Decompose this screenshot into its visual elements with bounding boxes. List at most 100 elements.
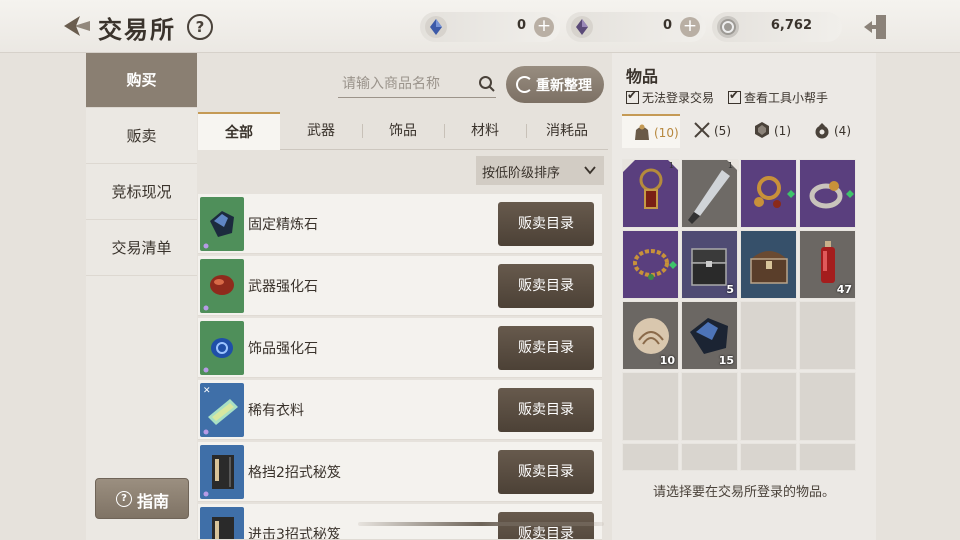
sidebar-item-buy[interactable]: 购买 (86, 53, 197, 108)
exit-icon[interactable] (862, 12, 890, 42)
item-name: 稀有衣料 (248, 403, 304, 419)
accessory-stone-icon (200, 321, 244, 375)
back-arrow-icon[interactable] (60, 12, 92, 40)
sidebar-item-sell[interactable]: 贩卖 (86, 109, 197, 164)
weapon-stone-icon (200, 259, 244, 313)
inventory-tab-equip[interactable]: (5) (682, 114, 740, 148)
inventory-slot-empty[interactable] (799, 372, 856, 441)
checkbox-label: 查看工具小帮手 (744, 91, 829, 105)
amulet-icon (623, 160, 680, 209)
inventory-slot-empty[interactable] (681, 372, 738, 441)
inventory-panel: 物品 无法登录交易 查看工具小帮手 (10) (5) (1) (4) 1 1 (612, 53, 876, 540)
purple-crystal-icon (571, 16, 593, 38)
pouch-icon (815, 123, 829, 139)
item-name: 武器强化石 (248, 279, 318, 295)
sort-dropdown[interactable]: 按低阶级排序 (476, 156, 604, 185)
knot-pendant-icon (754, 176, 795, 208)
tab-all[interactable]: 全部 (198, 112, 280, 150)
page-title: 交易所 (98, 16, 176, 44)
tab-count: (5) (714, 124, 731, 138)
sell-list-button[interactable]: 贩卖目录 (498, 512, 594, 539)
slot-corner: 1 (668, 161, 674, 170)
tab-material[interactable]: 材料 (444, 112, 526, 150)
inventory-slot-empty[interactable] (622, 443, 679, 471)
bag-icon (635, 124, 649, 140)
sell-list-button[interactable]: 贩卖目录 (498, 264, 594, 308)
checkbox-icon (626, 88, 639, 104)
inventory-tab-material[interactable]: (1) (742, 114, 800, 148)
inventory-slot[interactable]: 5 (681, 230, 738, 299)
sell-list-button[interactable]: 贩卖目录 (498, 450, 594, 494)
list-item[interactable]: 武器强化石 贩卖目录 (198, 256, 602, 316)
slot-quantity: 15 (718, 354, 734, 367)
inventory-slot[interactable]: 15 (681, 301, 738, 370)
inventory-slot[interactable]: 47 (799, 230, 856, 299)
sidebar-item-bidding[interactable]: 竞标现况 (86, 165, 197, 220)
inventory-slot-empty[interactable] (681, 443, 738, 471)
inventory-slot[interactable] (740, 230, 797, 299)
currency-silver: 6,762 (712, 12, 842, 42)
inventory-title: 物品 (626, 67, 659, 86)
inventory-slot[interactable] (622, 230, 679, 299)
inventory-slot-empty[interactable] (740, 372, 797, 441)
sidebar-item-history[interactable]: 交易清单 (86, 221, 197, 276)
currency-purple-crystal: 0 + (566, 12, 706, 42)
inventory-slot[interactable]: 1 (622, 159, 680, 228)
checkbox-icon (728, 88, 741, 104)
sidebar: 购买 贩卖 竞标现况 交易清单 (86, 53, 197, 540)
sell-list-button[interactable]: 贩卖目录 (498, 388, 594, 432)
scrollbar[interactable] (358, 522, 604, 526)
inventory-grid: 1 1 5 47 10 15 (622, 159, 858, 471)
currency-value: 0 (662, 18, 672, 33)
inventory-slot-empty[interactable] (740, 301, 797, 370)
add-currency-button[interactable]: + (534, 17, 554, 37)
refresh-button[interactable]: 重新整理 (506, 66, 604, 103)
tab-consumable[interactable]: 消耗品 (526, 112, 608, 150)
tab-accessory[interactable]: 饰品 (362, 112, 444, 150)
list-item[interactable]: ✕ 稀有衣料 贩卖目录 (198, 380, 602, 440)
sell-list-button[interactable]: 贩卖目录 (498, 202, 594, 246)
market-panel: 重新整理 全部 武器 饰品 材料 消耗品 按低阶级排序 固定精炼石 贩卖目录 武… (198, 53, 608, 540)
tab-count: (10) (654, 126, 679, 140)
inventory-slot[interactable]: 1 (681, 159, 739, 228)
list-item[interactable]: 格挡2招式秘笈 贩卖目录 (198, 442, 602, 502)
inventory-slot[interactable] (799, 159, 856, 228)
sort-label: 按低阶级排序 (482, 166, 561, 181)
guide-button[interactable]: ? 指南 (95, 478, 189, 519)
bracelet-icon (633, 249, 677, 280)
inventory-tab-consumable[interactable]: (4) (802, 114, 860, 148)
currency-value: 6,762 (770, 18, 812, 33)
slot-quantity: 47 (836, 283, 852, 296)
inventory-slot-empty[interactable] (622, 372, 679, 441)
list-item[interactable]: 固定精炼石 贩卖目录 (198, 194, 602, 254)
tab-weapon[interactable]: 武器 (280, 112, 362, 150)
chevron-down-icon (584, 166, 596, 175)
tool-helper-checkbox[interactable]: 查看工具小帮手 (728, 88, 829, 106)
slot-quantity: 5 (726, 283, 734, 296)
blue-crystal-icon (425, 16, 447, 38)
inventory-slot-empty[interactable] (799, 443, 856, 471)
chest-wood-icon (750, 251, 788, 284)
search-icon[interactable] (478, 75, 496, 93)
inventory-slot-empty[interactable] (740, 443, 797, 471)
stone-icon (755, 122, 769, 138)
top-bar: 交易所 ? 0 + 0 + 6,762 (0, 0, 960, 53)
currency-value: 0 (516, 18, 526, 33)
list-item[interactable]: 饰品强化石 贩卖目录 (198, 318, 602, 378)
sell-list-button[interactable]: 贩卖目录 (498, 326, 594, 370)
question-icon[interactable]: ? (187, 14, 213, 40)
refresh-label: 重新整理 (536, 78, 592, 94)
search-input[interactable] (338, 70, 496, 98)
blade-icon (688, 160, 739, 224)
inventory-tab-all[interactable]: (10) (622, 114, 680, 148)
add-currency-button[interactable]: + (680, 17, 700, 37)
guide-label: 指南 (137, 492, 170, 511)
inventory-hint: 请选择要在交易所登录的物品。 (652, 485, 835, 500)
question-icon: ? (116, 491, 132, 507)
inventory-slot-empty[interactable] (799, 301, 856, 370)
cannot-list-checkbox[interactable]: 无法登录交易 (626, 88, 715, 106)
book-icon (200, 507, 244, 539)
inventory-slot[interactable] (740, 159, 797, 228)
checkbox-label: 无法登录交易 (642, 91, 715, 105)
inventory-slot[interactable]: 10 (622, 301, 679, 370)
